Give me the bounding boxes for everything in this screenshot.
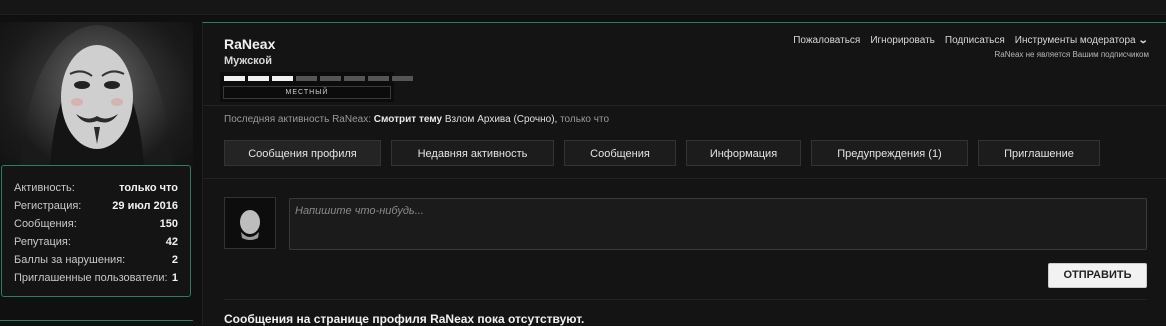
stat-label: Активность:: [14, 182, 75, 194]
stat-label: Репутация:: [14, 236, 71, 248]
rank-level-segment: [272, 76, 293, 81]
profile-username[interactable]: RaNeax: [224, 36, 275, 52]
top-bar: [0, 0, 1166, 15]
stat-label: Регистрация:: [14, 200, 82, 212]
tab-information[interactable]: Информация: [686, 140, 801, 166]
moderator-tools-menu[interactable]: Инструменты модератора ⌄: [1014, 35, 1149, 46]
chevron-down-icon: ⌄: [1137, 35, 1149, 46]
tab-profile-posts[interactable]: Сообщения профиля: [224, 140, 381, 166]
divider: [203, 178, 1166, 179]
stat-row-violation-points: Баллы за нарушения: 2: [14, 251, 178, 269]
stat-label: Баллы за нарушения:: [14, 254, 126, 266]
divider: [203, 105, 1166, 106]
tab-recent-activity[interactable]: Недавняя активность: [391, 140, 554, 166]
rank-level-segment: [296, 76, 317, 81]
follow-status: RaNeax не является Вашим подписчиком: [994, 50, 1149, 59]
last-activity-time: только что: [560, 114, 610, 125]
stat-label: Сообщения:: [14, 218, 77, 230]
rank-title: МЕСТНЫЙ: [223, 86, 391, 99]
profile-post-input[interactable]: [289, 198, 1147, 250]
rank-level-segment: [368, 76, 389, 81]
divider: [224, 299, 1147, 300]
profile-actions: Пожаловаться Игнорировать Подписаться Ин…: [793, 35, 1149, 46]
stat-row-messages: Сообщения: 150: [14, 215, 178, 233]
profile-avatar[interactable]: [0, 22, 193, 172]
rank-level-segment: [392, 76, 413, 81]
rank-level-segment: [344, 76, 365, 81]
stat-row-invited-users: Приглашенные пользователи: 1: [14, 269, 178, 287]
stat-row-registration: Регистрация: 29 июл 2016: [14, 197, 178, 215]
follow-link[interactable]: Подписаться: [945, 35, 1005, 46]
profile-main-panel: RaNeax Мужской МЕСТНЫЙ Пожаловаться Игно…: [202, 22, 1166, 326]
rank-badge: МЕСТНЫЙ: [220, 72, 413, 102]
rank-level-segment: [320, 76, 341, 81]
current-user-avatar[interactable]: [224, 197, 276, 249]
rank-level-bar: [224, 76, 413, 81]
stat-label: Приглашенные пользователи:: [14, 272, 168, 284]
anonymous-mask-image: [20, 25, 173, 172]
profile-stats-panel: Активность: только что Регистрация: 29 и…: [1, 165, 191, 297]
tab-invitation[interactable]: Приглашение: [978, 140, 1100, 166]
stat-value: только что: [119, 182, 178, 194]
last-activity-action: Смотрит тему: [373, 114, 443, 125]
stat-value: 1: [171, 272, 178, 284]
send-button[interactable]: ОТПРАВИТЬ: [1048, 263, 1147, 288]
tab-postings[interactable]: Сообщения: [564, 140, 676, 166]
moderator-tools-label: Инструменты модератора: [1014, 35, 1136, 46]
last-activity: Последняя активность RaNeax: Смотрит тем…: [224, 114, 609, 125]
stat-value: 150: [159, 218, 178, 230]
divider: [0, 320, 193, 321]
stat-value: 2: [171, 254, 178, 266]
rank-level-segment: [224, 76, 245, 81]
user-silhouette-icon: [240, 210, 260, 240]
stat-value: 29 июл 2016: [112, 200, 178, 212]
tab-warnings[interactable]: Предупреждения (1): [811, 140, 968, 166]
report-link[interactable]: Пожаловаться: [793, 35, 860, 46]
stat-value: 42: [165, 236, 178, 248]
rank-level-segment: [248, 76, 269, 81]
profile-tabs: Сообщения профиля Недавняя активность Со…: [224, 140, 1100, 166]
last-activity-thread-link[interactable]: Взлом Архива (Срочно),: [445, 114, 557, 125]
ignore-link[interactable]: Игнорировать: [870, 35, 935, 46]
stat-row-reputation: Репутация: 42: [14, 233, 178, 251]
profile-gender: Мужской: [224, 55, 273, 67]
last-activity-prefix: Последняя активность RaNeax:: [224, 114, 371, 125]
stat-row-activity: Активность: только что: [14, 179, 178, 197]
